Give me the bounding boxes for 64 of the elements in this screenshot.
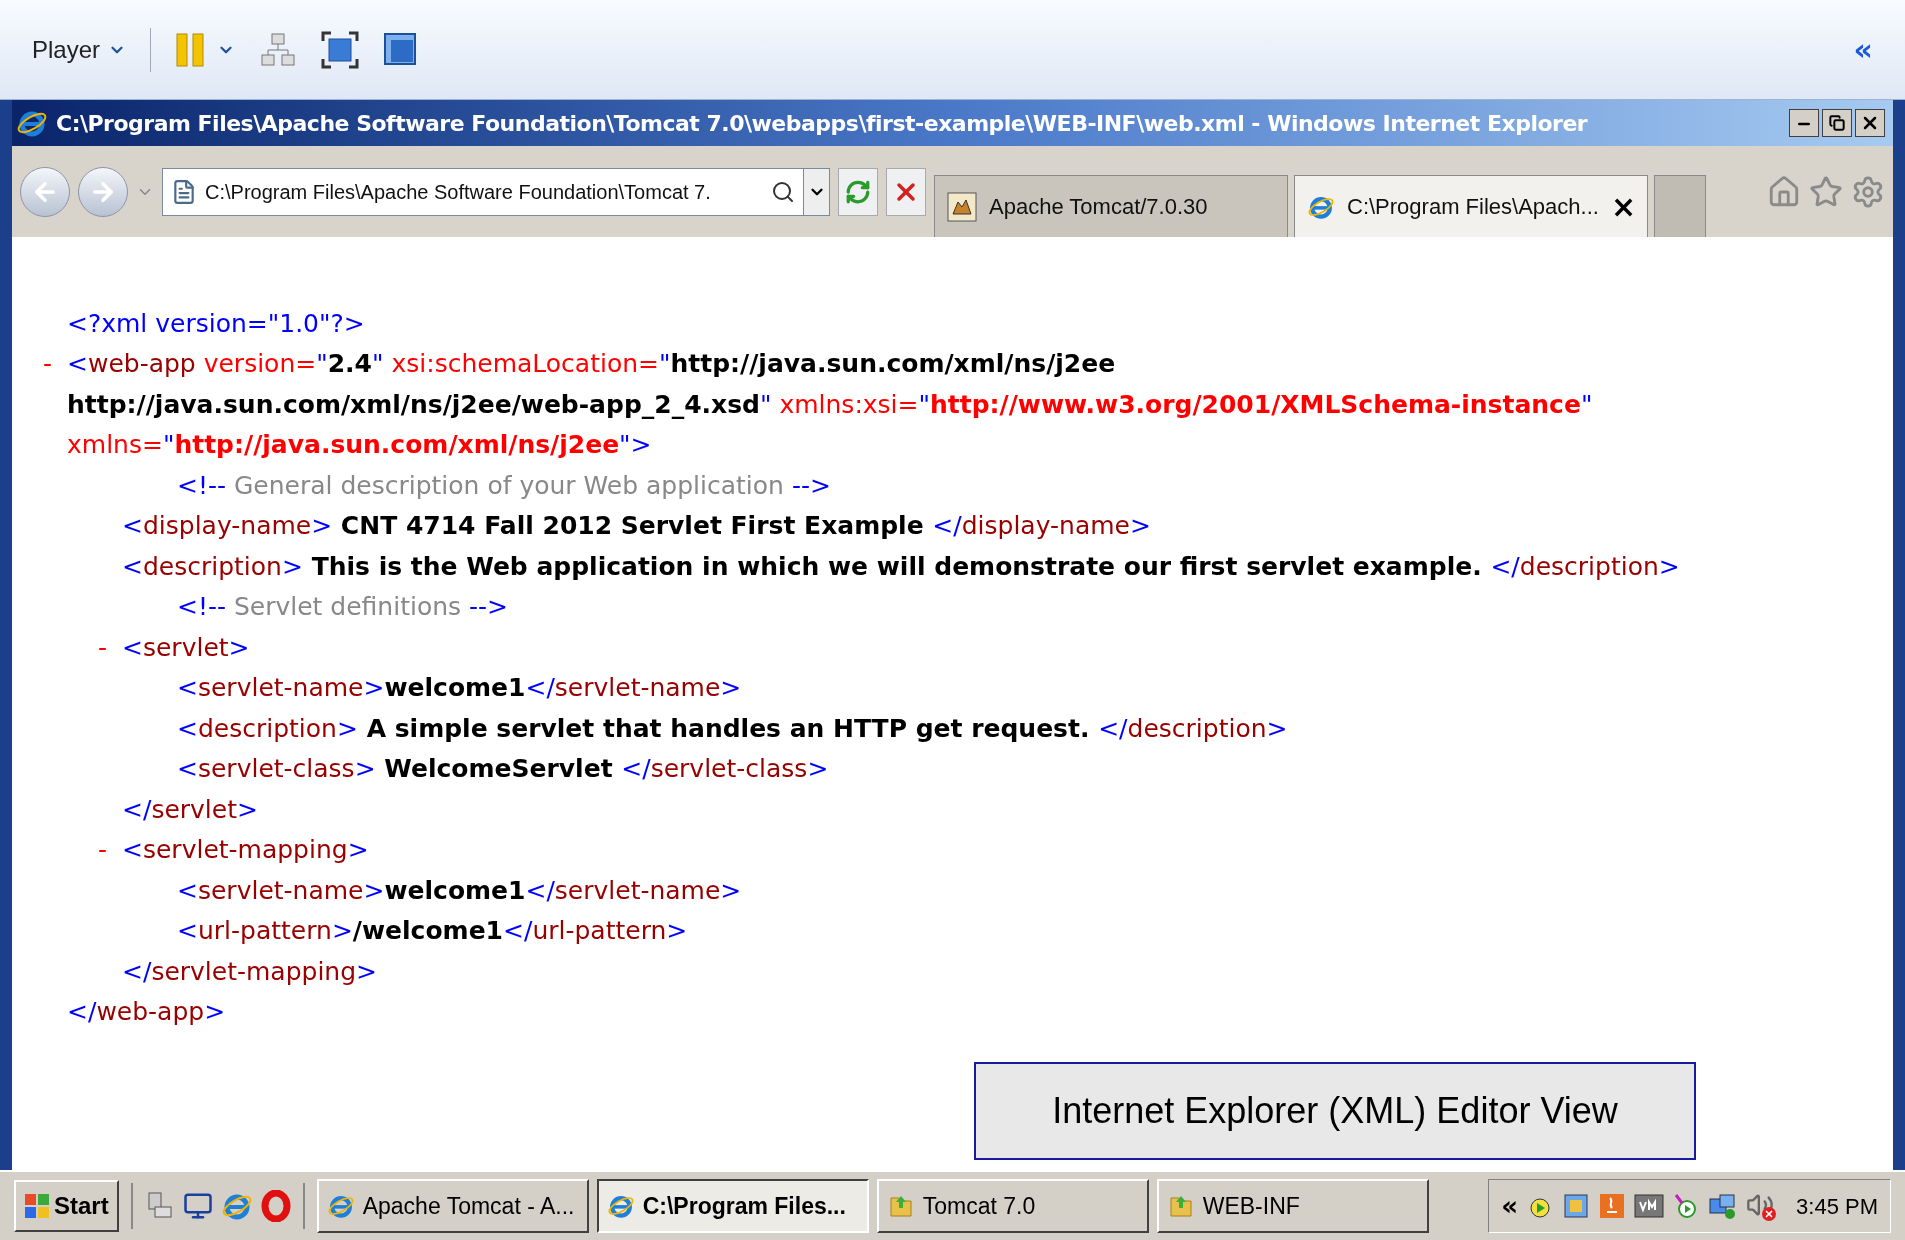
taskbar-button[interactable]: WEB-INF	[1156, 1179, 1429, 1233]
address-dropdown[interactable]	[803, 168, 829, 215]
xml-line: </servlet>	[122, 793, 258, 826]
xml-line: <servlet-name>welcome1</servlet-name>	[177, 672, 742, 704]
tab-title: Apache Tomcat/7.0.30	[989, 193, 1209, 221]
refresh-icon	[845, 178, 871, 205]
xml-line: <display-name> CNT 4714 Fall 2012 Servlet First Example </display-name>	[122, 510, 1151, 542]
tab-title: C:\Program Files\Apach...	[1347, 193, 1599, 221]
window-title: C:\Program Files\Apache Software Foundation\Tomcat 7.0\webapps\first-example\WEB-INF\web.xml - Windows Internet Explorer	[56, 109, 1589, 138]
collapse-toggle[interactable]: -	[98, 628, 108, 666]
xml-line: <!-- General description of your Web application -->	[177, 469, 831, 502]
vm-icon[interactable]	[1634, 1192, 1665, 1220]
collapse-toggle[interactable]: -	[43, 345, 53, 383]
player-menu[interactable]: Player	[32, 31, 127, 68]
page-icon	[171, 178, 197, 205]
taskbar-button[interactable]: C:\Program Files...	[596, 1179, 869, 1233]
tray-app-icon[interactable]	[1562, 1192, 1591, 1220]
search-icon[interactable]	[771, 179, 795, 204]
xml-line: <servlet-name>welcome1</servlet-name>	[177, 874, 742, 907]
taskbar-button[interactable]: Apache Tomcat - A...	[316, 1179, 589, 1233]
forward-button[interactable]	[78, 166, 128, 217]
opera-icon[interactable]	[260, 1190, 291, 1222]
xml-line: <description> A simple servlet that handles an HTTP get request. </description>	[177, 712, 1288, 745]
xml-line: <servlet-mapping>	[122, 834, 369, 866]
collapse-toggle[interactable]: -	[98, 831, 108, 869]
restore-icon	[1829, 115, 1845, 131]
clock: 3:45 PM	[1796, 1192, 1878, 1221]
stop-button[interactable]	[886, 167, 926, 216]
xml-line: </web-app>	[67, 996, 226, 1028]
xml-line: <servlet>	[122, 631, 250, 664]
xml-line: <?xml version="1.0"?>	[67, 307, 365, 340]
minimize-button[interactable]	[1789, 109, 1819, 137]
java-icon[interactable]	[1598, 1192, 1627, 1220]
taskbar-button[interactable]: Tomcat 7.0	[876, 1179, 1149, 1233]
windows-logo-icon	[24, 1193, 50, 1219]
fullscreen-icon[interactable]	[321, 30, 360, 69]
browser-tab[interactable]: C:\Program Files\Apach... ×	[1294, 175, 1648, 237]
favorites-icon[interactable]	[1809, 174, 1843, 209]
xml-line: http://java.sun.com/xml/ns/j2ee/web-app_2_4.xsd" xmlns:xsi="http://www.w3.org/2001/XMLSchema-instance"	[67, 388, 1593, 421]
start-button[interactable]: Start	[14, 1180, 119, 1232]
network-icon[interactable]	[259, 30, 298, 69]
home-icon[interactable]	[1767, 174, 1801, 209]
xml-line: <description> This is the Web application in which we will demonstrate our first servlet example. </description>	[122, 550, 1680, 583]
xml-line: <servlet-class> WelcomeServlet </servlet-class>	[177, 753, 829, 785]
refresh-button[interactable]	[838, 167, 878, 216]
back-button[interactable]	[20, 166, 70, 217]
address-text: C:\Program Files\Apache Software Foundation\Tomcat 7.	[205, 179, 712, 205]
collapse-toolbar-button[interactable]: «	[1853, 34, 1873, 65]
xml-line: </servlet-mapping>	[122, 955, 378, 988]
address-field[interactable]: C:\Program Files\Apache Software Foundation\Tomcat 7.	[162, 167, 830, 216]
restore-button[interactable]	[1822, 109, 1852, 137]
tab-close[interactable]: ×	[1610, 191, 1636, 222]
xml-line: <web-app version="2.4" xsi:schemaLocation="http://java.sun.com/xml/ns/j2ee	[67, 348, 1116, 380]
caption-box: Internet Explorer (XML) Editor View	[974, 1062, 1696, 1160]
browser-tab[interactable]: Apache Tomcat/7.0.30	[934, 175, 1288, 237]
settings-icon[interactable]	[1851, 174, 1885, 209]
close-button[interactable]	[1855, 109, 1885, 137]
tray-expand-button[interactable]: «	[1501, 1186, 1519, 1226]
xml-line: <url-pattern>/welcome1</url-pattern>	[177, 915, 688, 947]
desktop-icon[interactable]	[182, 1191, 213, 1221]
cat-icon	[947, 191, 977, 222]
xml-line: xmlns="http://java.sun.com/xml/ns/j2ee">	[67, 429, 652, 461]
xml-line: <!-- Servlet definitions -->	[177, 591, 508, 623]
pause-icon[interactable]	[175, 31, 206, 68]
